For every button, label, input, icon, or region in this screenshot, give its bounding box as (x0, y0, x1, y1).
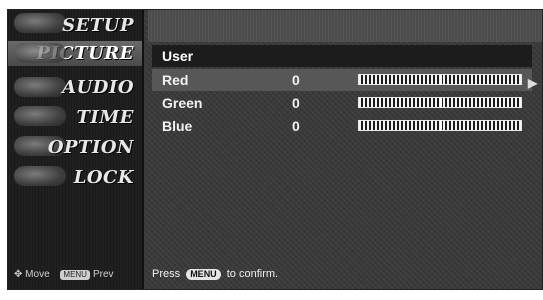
level-marker (440, 74, 442, 85)
menu-item-option[interactable]: OPTION (8, 135, 142, 160)
sidebar-menu: SETUP PICTURE AUDIO TIME OPTION LOCK ✥ M… (8, 10, 144, 289)
confirm-hint: Press MENU to confirm. (152, 268, 278, 280)
picture-panel: User Red 0 ▶ Green 0 Blue 0 Press MENU t… (148, 10, 542, 289)
level-bar[interactable] (358, 74, 522, 85)
row-value: 0 (292, 72, 300, 88)
row-value: 0 (292, 118, 300, 134)
menu-key-icon: MENU (186, 269, 221, 280)
picture-thumbnail-icon (14, 43, 66, 63)
row-label: Red (162, 72, 189, 88)
prev-hint: Prev (92, 269, 114, 280)
menu-key-icon: MENU (60, 270, 90, 280)
panel-header (148, 10, 542, 42)
row-label: Green (162, 95, 203, 111)
menu-item-time[interactable]: TIME (8, 105, 142, 130)
osd-screen: SETUP PICTURE AUDIO TIME OPTION LOCK ✥ M… (7, 9, 543, 290)
hint-suffix: to confirm. (226, 268, 279, 280)
level-bar[interactable] (358, 120, 522, 131)
right-arrow-icon: ▶ (528, 76, 538, 90)
menu-item-lock[interactable]: LOCK (8, 165, 142, 190)
hint-prefix: Press (152, 268, 181, 280)
color-row-blue[interactable]: Blue 0 (152, 115, 532, 137)
menu-item-audio[interactable]: AUDIO (8, 75, 142, 100)
menu-item-setup[interactable]: SETUP (8, 13, 142, 38)
level-marker (440, 97, 442, 108)
row-label: Blue (162, 118, 193, 134)
color-row-red[interactable]: Red 0 ▶ (152, 69, 537, 91)
color-row-green[interactable]: Green 0 (152, 92, 532, 114)
sidebar-footer: ✥ Move MENU Prev (14, 269, 114, 280)
level-marker (440, 120, 442, 131)
row-value: 0 (292, 95, 300, 111)
dpad-icon: ✥ (14, 269, 23, 280)
panel-title: User (152, 45, 532, 67)
level-bar[interactable] (358, 97, 522, 108)
move-hint: Move (25, 269, 50, 280)
